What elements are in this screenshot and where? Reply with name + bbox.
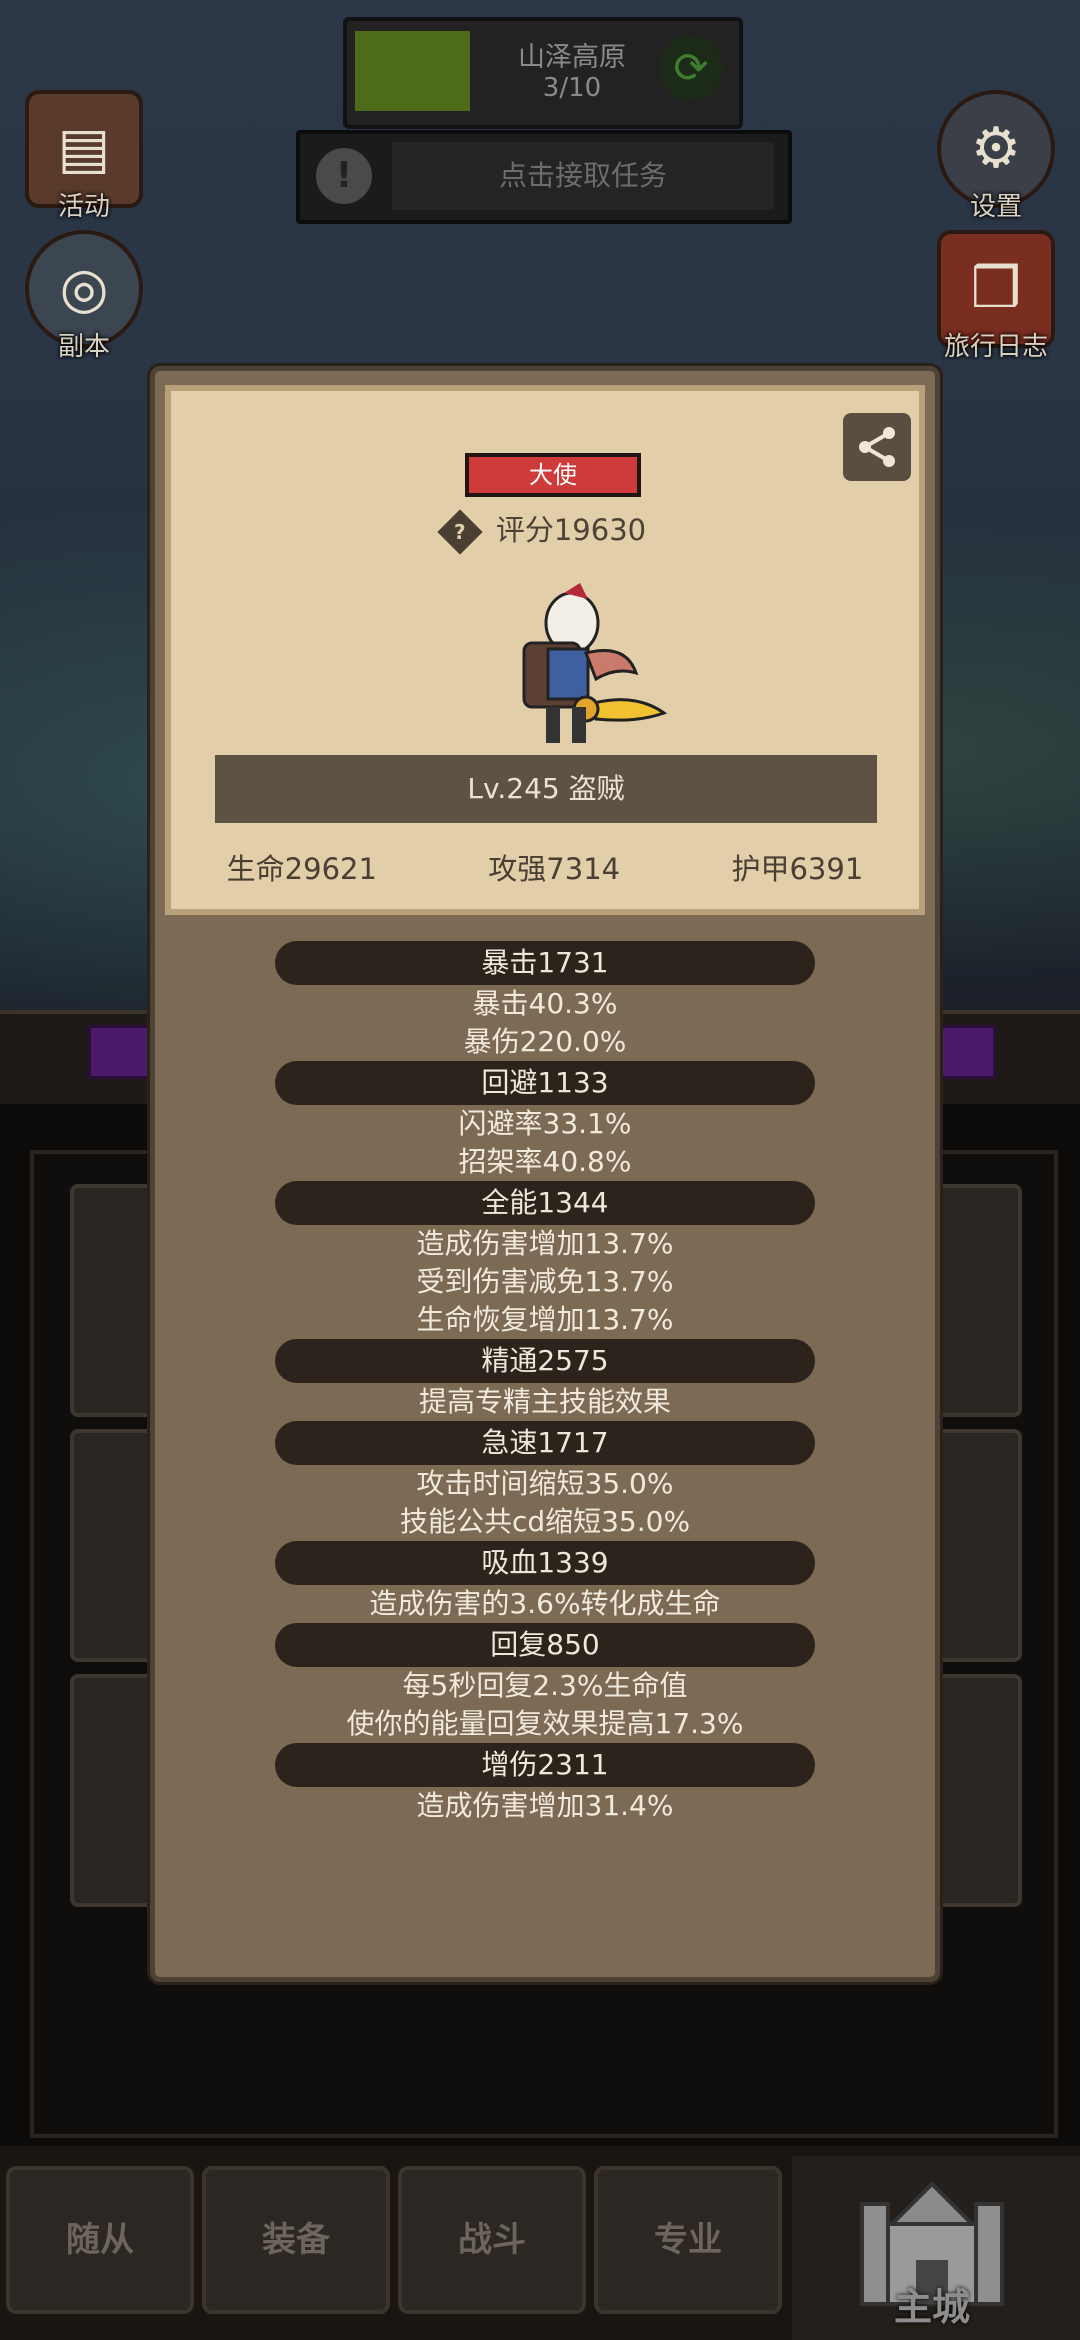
stat-group: 吸血1339 造成伤害的3.6%转化成生命 [155,1541,935,1623]
stat-line: 受到伤害减免13.7% [416,1265,674,1298]
stat-header: 暴击1731 [275,941,815,985]
score-value: 评分19630 [495,513,647,547]
task-panel[interactable]: ! 点击接取任务 [296,130,792,224]
stat-header: 急速1717 [275,1421,815,1465]
level-class-bar: Lv.245 盗贼 [215,755,877,823]
help-icon[interactable]: ? [437,509,483,555]
stat-line: 造成伤害增加31.4% [416,1789,674,1822]
character-card: 大使 ? 评分19630 Lv.245 盗贼 生命29621 攻强7314 护甲6… [165,385,925,915]
stat-group: 全能1344 造成伤害增加13.7% 受到伤害减免13.7% 生命恢复增加13.7% [155,1181,935,1339]
rank-badge: 大使 [465,453,641,497]
stage-progress-panel[interactable]: 山泽高原 3/10 ⟳ [343,17,743,129]
alert-icon: ! [316,148,372,204]
stat-header: 精通2575 [275,1339,815,1383]
event-label: 活动 [57,192,110,222]
stat-header: 吸血1339 [275,1541,815,1585]
stat-line: 招架率40.8% [458,1145,632,1178]
stat-line: 技能公共cd缩短35.0% [399,1505,691,1538]
armor-stat: 护甲6391 [731,852,864,886]
journal-button[interactable]: ❒ 旅行日志 [926,230,1066,363]
stat-line: 每5秒回复2.3%生命值 [402,1669,688,1702]
stat-line: 暴伤220.0% [463,1025,627,1058]
stage-name: 山泽高原 [518,42,626,73]
share-icon [859,427,895,467]
stat-line: 提高专精主技能效果 [418,1385,671,1418]
stat-line: 造成伤害增加13.7% [416,1227,674,1260]
attack-stat: 攻强7314 [488,852,621,886]
stat-header: 全能1344 [275,1181,815,1225]
stage-progress-fill [355,31,470,111]
stat-line: 使你的能量回复效果提高17.3% [346,1707,744,1740]
tab-equipment[interactable]: 装备 [202,2166,390,2314]
stat-line: 攻击时间缩短35.0% [416,1467,674,1500]
stat-group: 增伤2311 造成伤害增加31.4% [155,1743,935,1825]
settings-button[interactable]: ⚙ 设置 [926,90,1066,223]
main-city-label: 主城 [893,2285,970,2329]
stat-list: 暴击1731 暴击40.3% 暴伤220.0% 回避1133 闪避率33.1% 招架率40… [155,941,935,1825]
share-button[interactable] [843,413,911,481]
stat-line: 暴击40.3% [472,987,618,1020]
event-button[interactable]: ▤ 活动 [14,90,154,223]
journal-label: 旅行日志 [943,332,1048,362]
stat-header: 回复850 [275,1623,815,1667]
stage-count: 3/10 [542,73,602,103]
hero-sprite [522,583,668,743]
stat-line: 造成伤害的3.6%转化成生命 [369,1587,721,1620]
stat-header: 增伤2311 [275,1743,815,1787]
stat-header: 回避1133 [275,1061,815,1105]
stat-group: 精通2575 提高专精主技能效果 [155,1339,935,1421]
dungeon-label: 副本 [57,332,110,362]
bottom-nav: 随从 装备 战斗 专业 主城 [0,2146,1080,2340]
score-row: ? 评分19630 [171,507,919,555]
base-stats: 生命29621 攻强7314 护甲6391 [171,846,919,888]
tab-battle[interactable]: 战斗 [398,2166,586,2314]
stat-group: 回避1133 闪避率33.1% 招架率40.8% [155,1061,935,1181]
dungeon-button[interactable]: ◎ 副本 [14,230,154,363]
tab-followers[interactable]: 随从 [6,2166,194,2314]
stat-line: 生命恢复增加13.7% [416,1303,674,1336]
hp-stat: 生命29621 [226,852,377,886]
tab-profession[interactable]: 专业 [594,2166,782,2314]
refresh-icon[interactable]: ⟳ [659,36,723,100]
stat-line: 闪避率33.1% [458,1107,632,1140]
settings-label: 设置 [969,192,1022,222]
stat-group: 回复850 每5秒回复2.3%生命值使你的能量回复效果提高17.3% [155,1623,935,1743]
tab-main-city[interactable]: 主城 [792,2156,1080,2340]
character-detail-modal: 大使 ? 评分19630 Lv.245 盗贼 生命29621 攻强7314 护甲6… [150,366,940,1982]
stat-group: 急速1717 攻击时间缩短35.0% 技能公共cd缩短35.0% [155,1421,935,1541]
accept-task-button[interactable]: 点击接取任务 [392,142,774,210]
stat-group: 暴击1731 暴击40.3% 暴伤220.0% [155,941,935,1061]
